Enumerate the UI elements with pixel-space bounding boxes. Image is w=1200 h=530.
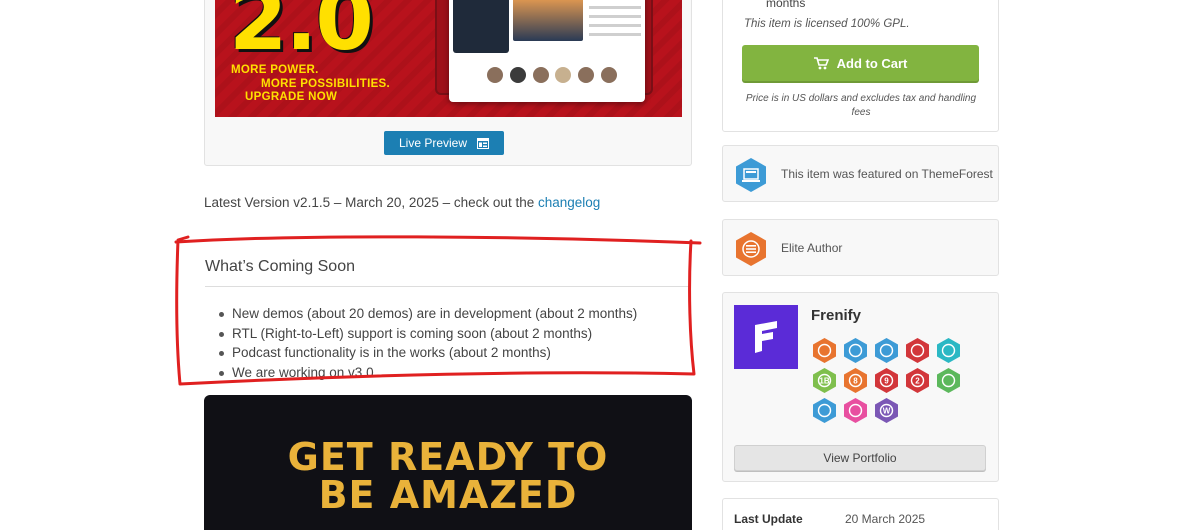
list-item: RTL (Right-to-Left) support is coming so…	[218, 324, 678, 344]
featured-text: This item was featured on ThemeForest	[781, 166, 993, 181]
promo-banner: GET READY TO BE AMAZED	[204, 395, 692, 530]
preview-window-icon	[477, 137, 490, 149]
mockup-sidebar	[453, 0, 509, 53]
featured-hexagon-icon	[736, 158, 766, 192]
mockup-hero-image	[513, 0, 583, 41]
badge-label: 9	[884, 377, 889, 386]
years-8-badge[interactable]: 8	[842, 367, 869, 394]
pulse-badge[interactable]	[935, 367, 962, 394]
mockup-avatars	[487, 67, 617, 83]
banner-line-3: UPGRADE NOW	[245, 91, 338, 103]
changelog-link[interactable]: changelog	[538, 195, 600, 210]
version-description: Latest Version v2.1.5 – March 20, 2025 –…	[204, 195, 535, 210]
promo-line-2: BE AMAZED	[318, 473, 578, 517]
latest-version-text: Latest Version v2.1.5 – March 20, 2025 –…	[204, 195, 600, 210]
featured-file-badge[interactable]	[873, 337, 900, 364]
badge-label: 8	[853, 377, 858, 386]
last-update-value: 20 March 2025	[845, 512, 926, 526]
license-note: This item is licensed 100% GPL.	[744, 18, 910, 30]
heart-badge[interactable]	[842, 397, 869, 424]
bolt-badge[interactable]	[811, 397, 838, 424]
bowtie-teal-badge[interactable]	[935, 337, 962, 364]
mockup-article-list	[589, 0, 641, 42]
add-to-cart-button[interactable]: Add to Cart	[742, 45, 979, 81]
list-item: New demos (about 20 demos) are in develo…	[218, 304, 678, 324]
badge-label: W	[883, 407, 891, 416]
banner-tagline: MORE POWER. MORE POSSIBILITIES. UPGRADE …	[231, 64, 390, 105]
banner-version-number: 2.0	[229, 0, 374, 69]
rocket-badge[interactable]: W	[873, 397, 900, 424]
cart-icon	[813, 56, 829, 69]
elite-author-text: Elite Author	[781, 240, 843, 255]
price-note: Price is in US dollars and excludes tax …	[745, 93, 977, 118]
list-item: Podcast functionality is in the works (a…	[218, 343, 678, 363]
coming-soon-list: New demos (about 20 demos) are in develo…	[218, 304, 678, 382]
list-item: We are working on v3.0	[218, 363, 678, 383]
featured-notice-box: This item was featured on ThemeForest	[722, 145, 999, 202]
exclusive-badge[interactable]: 2	[904, 367, 931, 394]
live-preview-label: Live Preview	[398, 136, 468, 150]
support-months-text: months	[766, 0, 806, 10]
elite-author-badge[interactable]	[811, 337, 838, 364]
badge-label: 2	[915, 377, 920, 386]
device-mockup-screen	[449, 0, 645, 102]
featured-item-badge[interactable]	[842, 337, 869, 364]
author-avatar[interactable]	[734, 305, 798, 369]
elite-author-hexagon-icon	[736, 232, 766, 266]
view-portfolio-label: View Portfolio	[823, 451, 897, 465]
author-name[interactable]: Frenify	[811, 307, 861, 324]
paw-badge[interactable]: 9	[873, 367, 900, 394]
live-preview-button[interactable]: Live Preview	[384, 131, 504, 155]
banner-line-2: MORE POSSIBILITIES.	[261, 77, 391, 90]
frenify-logo-icon	[755, 321, 777, 353]
item-preview-banner[interactable]: 2.0 MORE POWER. MORE POSSIBILITIES. UPGR…	[215, 0, 682, 117]
sales-1b-badge[interactable]: 1B	[811, 367, 838, 394]
coming-soon-divider	[205, 286, 691, 287]
last-update-label: Last Update	[734, 512, 803, 526]
badge-label: 1B	[819, 377, 829, 386]
view-portfolio-button[interactable]: View Portfolio	[734, 445, 986, 471]
add-to-cart-label: Add to Cart	[836, 55, 908, 71]
banner-line-1: MORE POWER.	[231, 64, 319, 76]
bowtie-red-badge[interactable]	[904, 337, 931, 364]
coming-soon-heading: What’s Coming Soon	[205, 258, 355, 275]
elite-author-box: Elite Author	[722, 219, 999, 276]
